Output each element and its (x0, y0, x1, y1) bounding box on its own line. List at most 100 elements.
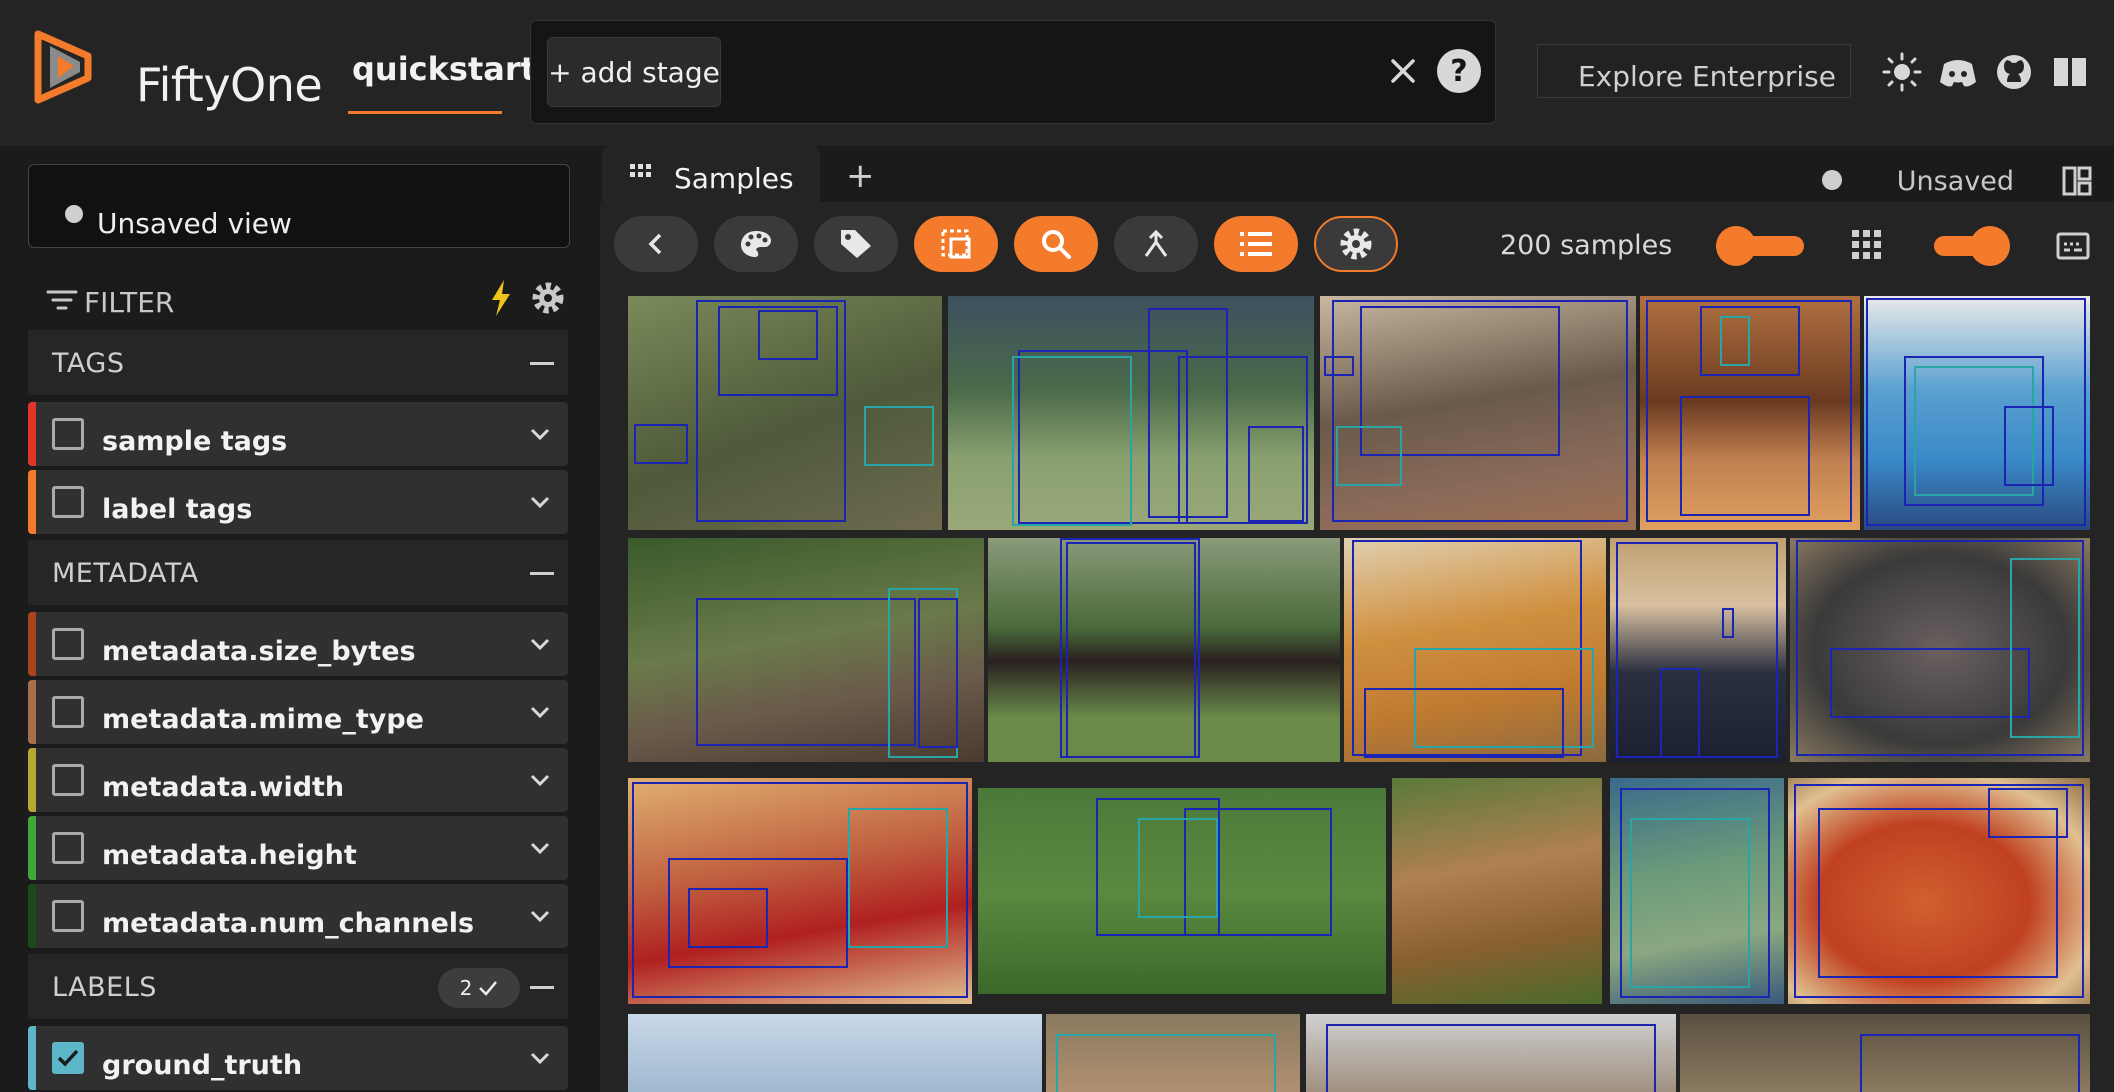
field-checkbox[interactable] (52, 832, 84, 864)
help-icon[interactable]: ? (1437, 49, 1481, 93)
search-button[interactable] (1014, 216, 1098, 272)
section-title: TAGS (52, 348, 125, 379)
sample-tile[interactable] (1320, 296, 1636, 530)
select-button[interactable] (914, 216, 998, 272)
tab-samples[interactable]: Samples (602, 146, 820, 202)
chevron-down-icon[interactable] (528, 904, 552, 928)
sample-tile[interactable] (1864, 296, 2090, 530)
field-label: ground_truth (102, 1050, 303, 1081)
field-checkbox[interactable] (52, 1042, 84, 1074)
collapse-icon[interactable] (530, 572, 554, 575)
field-row-width[interactable]: metadata.width (28, 748, 568, 812)
add-panel-button[interactable]: + (846, 156, 875, 196)
caption-icon[interactable] (2056, 232, 2090, 260)
sample-grid[interactable] (600, 290, 2114, 1092)
fiftyone-logo[interactable] (28, 26, 110, 108)
field-row-height[interactable]: metadata.height (28, 816, 568, 880)
list-icon (1240, 232, 1272, 256)
field-row-mime-type[interactable]: metadata.mime_type (28, 680, 568, 744)
saved-views-selector[interactable]: Unsaved view (28, 164, 570, 248)
tab-label: Samples (674, 162, 794, 195)
field-checkbox[interactable] (52, 418, 84, 450)
field-row-sample-tags[interactable]: sample tags (28, 402, 568, 466)
sample-tile[interactable] (1344, 538, 1606, 762)
field-label: sample tags (102, 426, 288, 457)
field-color-bar (28, 884, 36, 948)
color-scheme-button[interactable] (714, 216, 798, 272)
sample-tile[interactable] (1680, 1014, 2090, 1092)
sample-tile[interactable] (988, 538, 1340, 762)
sample-tile[interactable] (628, 778, 972, 1004)
zoom-slider-handle[interactable] (1716, 226, 1756, 266)
field-row-label-tags[interactable]: label tags (28, 470, 568, 534)
gear-icon[interactable] (530, 280, 566, 316)
sample-tile[interactable] (628, 1014, 1042, 1092)
sample-tile[interactable] (978, 788, 1386, 994)
sample-tile[interactable] (1392, 778, 1602, 1004)
book-icon[interactable] (2050, 52, 2090, 92)
sample-tile[interactable] (1790, 538, 2090, 762)
discord-icon[interactable] (1938, 52, 1978, 92)
close-icon[interactable] (1383, 51, 1423, 91)
field-color-bar (28, 680, 36, 744)
sample-tile[interactable] (1610, 778, 1784, 1004)
sample-tile[interactable] (628, 538, 984, 762)
chevron-down-icon[interactable] (528, 836, 552, 860)
grid-icon[interactable] (1852, 230, 1882, 260)
badge-count: 2 (459, 976, 473, 1000)
sample-tile[interactable] (628, 296, 942, 530)
sun-icon[interactable] (1882, 52, 1922, 92)
palette-icon (741, 231, 771, 257)
sample-tile[interactable] (1640, 296, 1860, 530)
labels-section-header[interactable]: LABELS 2 (28, 954, 568, 1020)
chevron-down-icon[interactable] (528, 700, 552, 724)
field-row-ground-truth[interactable]: ground_truth (28, 1026, 568, 1090)
field-checkbox[interactable] (52, 628, 84, 660)
sample-tile[interactable] (1046, 1014, 1300, 1092)
github-icon[interactable] (1994, 52, 2034, 92)
field-label: metadata.num_channels (102, 908, 475, 939)
add-stage-button[interactable]: + add stage (547, 37, 721, 107)
explore-enterprise-button[interactable]: Explore Enterprise (1537, 44, 1851, 98)
view-status-label: Unsaved view (97, 207, 292, 240)
sample-tile[interactable] (1788, 778, 2090, 1004)
tag-icon (841, 230, 871, 258)
merge-button[interactable] (1114, 216, 1198, 272)
dataset-selector[interactable]: quickstart (352, 50, 536, 88)
settings-button[interactable] (1314, 216, 1398, 272)
chevron-down-icon[interactable] (528, 490, 552, 514)
chevron-down-icon[interactable] (528, 768, 552, 792)
field-checkbox[interactable] (52, 900, 84, 932)
field-row-num-channels[interactable]: metadata.num_channels (28, 884, 568, 948)
sample-tile[interactable] (1306, 1014, 1676, 1092)
tags-section-header[interactable]: TAGS (28, 330, 568, 396)
size-slider-handle[interactable] (1970, 226, 2010, 266)
chevron-down-icon[interactable] (528, 1046, 552, 1070)
metadata-section-header[interactable]: METADATA (28, 540, 568, 606)
brand-name: FiftyOne (136, 58, 323, 112)
status-dot-icon (65, 205, 83, 223)
filter-header: FILTER (46, 278, 566, 322)
view-bar[interactable]: + add stage ? (530, 20, 1496, 124)
field-row-size-bytes[interactable]: metadata.size_bytes (28, 612, 568, 676)
layout-icon[interactable] (2062, 166, 2092, 196)
field-checkbox[interactable] (52, 486, 84, 518)
collapse-icon[interactable] (530, 362, 554, 365)
gear-icon (1340, 228, 1372, 260)
lightning-icon[interactable] (486, 278, 516, 318)
filter-label: FILTER (84, 286, 175, 319)
sample-tile[interactable] (948, 296, 1314, 530)
save-status-label: Unsaved (1896, 166, 2014, 197)
labels-active-badge[interactable]: 2 (438, 968, 520, 1008)
field-checkbox[interactable] (52, 696, 84, 728)
list-button[interactable] (1214, 216, 1298, 272)
sample-tile[interactable] (1610, 538, 1786, 762)
status-dot-icon (1822, 170, 1842, 190)
field-checkbox[interactable] (52, 764, 84, 796)
chevron-down-icon[interactable] (528, 422, 552, 446)
back-button[interactable] (614, 216, 698, 272)
collapse-icon[interactable] (530, 986, 554, 989)
grid-toolbar: 200 samples (600, 202, 2114, 290)
chevron-down-icon[interactable] (528, 632, 552, 656)
tag-button[interactable] (814, 216, 898, 272)
